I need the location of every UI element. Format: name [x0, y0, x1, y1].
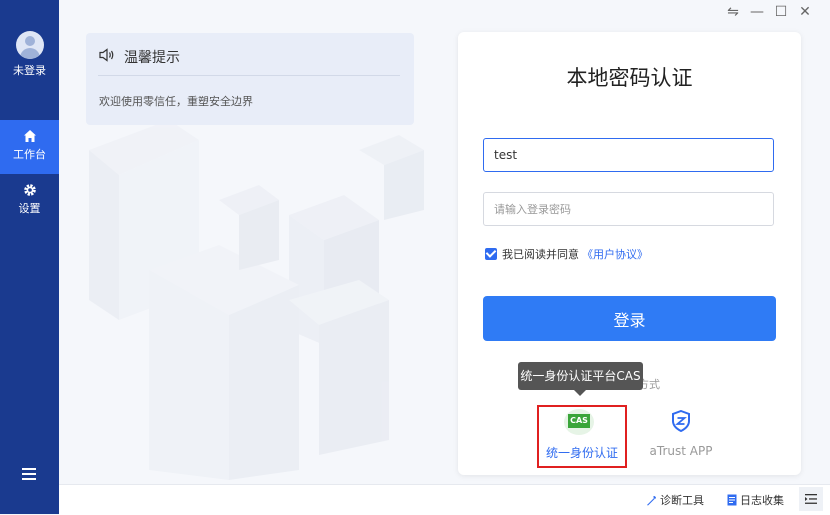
- home-icon: [23, 130, 36, 142]
- tooltip: 统一身份认证平台CAS: [518, 362, 643, 390]
- page-title: 本地密码认证: [566, 66, 693, 90]
- sidebar: 未登录 工作台 设置: [0, 0, 59, 514]
- sidebar-item-settings[interactable]: 设置: [0, 174, 59, 228]
- log-collect-button[interactable]: 日志收集: [727, 492, 784, 508]
- swap-icon[interactable]: ⇋: [726, 4, 740, 20]
- collapse-icon[interactable]: [799, 487, 823, 511]
- user-agreement-link[interactable]: 《用户协议》: [582, 246, 648, 262]
- menu-icon[interactable]: [22, 468, 36, 480]
- sidebar-item-label: 设置: [18, 202, 41, 215]
- password-input[interactable]: [483, 192, 774, 226]
- agreement-row: 我已阅读并同意 《用户协议》: [485, 246, 648, 262]
- tip-text: 欢迎使用零信任，重塑安全边界: [99, 95, 253, 108]
- atrust-icon: [672, 410, 690, 432]
- sidebar-item-workbench[interactable]: 工作台: [0, 120, 59, 174]
- gear-icon: [23, 184, 36, 196]
- cas-icon: CAS: [564, 409, 594, 435]
- sidebar-item-label: 工作台: [13, 148, 46, 161]
- tip-card: 温馨提示 欢迎使用零信任，重塑安全边界: [86, 33, 414, 125]
- tip-title: 温馨提示: [124, 50, 180, 66]
- speaker-icon: [99, 48, 114, 62]
- cas-login-option[interactable]: CAS 统一身份认证: [540, 408, 624, 465]
- wrench-icon: [647, 495, 656, 505]
- tooltip-arrow: [574, 390, 586, 396]
- cas-label: 统一身份认证: [545, 446, 618, 460]
- atrust-app-option[interactable]: aTrust APP: [645, 408, 717, 465]
- maximize-icon[interactable]: ☐: [774, 4, 788, 20]
- login-status-label[interactable]: 未登录: [0, 62, 59, 78]
- diagnose-tool-button[interactable]: 诊断工具: [646, 492, 704, 508]
- avatar[interactable]: [16, 31, 44, 59]
- agree-checkbox[interactable]: [485, 248, 497, 260]
- username-input[interactable]: [483, 138, 774, 172]
- agree-label: 我已阅读并同意: [502, 248, 579, 261]
- login-button[interactable]: 登录: [483, 296, 776, 341]
- login-panel: 本地密码认证 我已阅读并同意 《用户协议》 登录 方式: [458, 32, 801, 475]
- close-icon[interactable]: ✕: [798, 4, 812, 20]
- bottom-bar: 诊断工具 日志收集: [59, 484, 830, 515]
- document-icon: [727, 494, 737, 506]
- window-controls: ⇋ — ☐ ✕: [726, 4, 812, 20]
- minimize-icon[interactable]: —: [750, 4, 764, 20]
- atrust-label: aTrust APP: [649, 444, 713, 458]
- divider: [98, 75, 400, 76]
